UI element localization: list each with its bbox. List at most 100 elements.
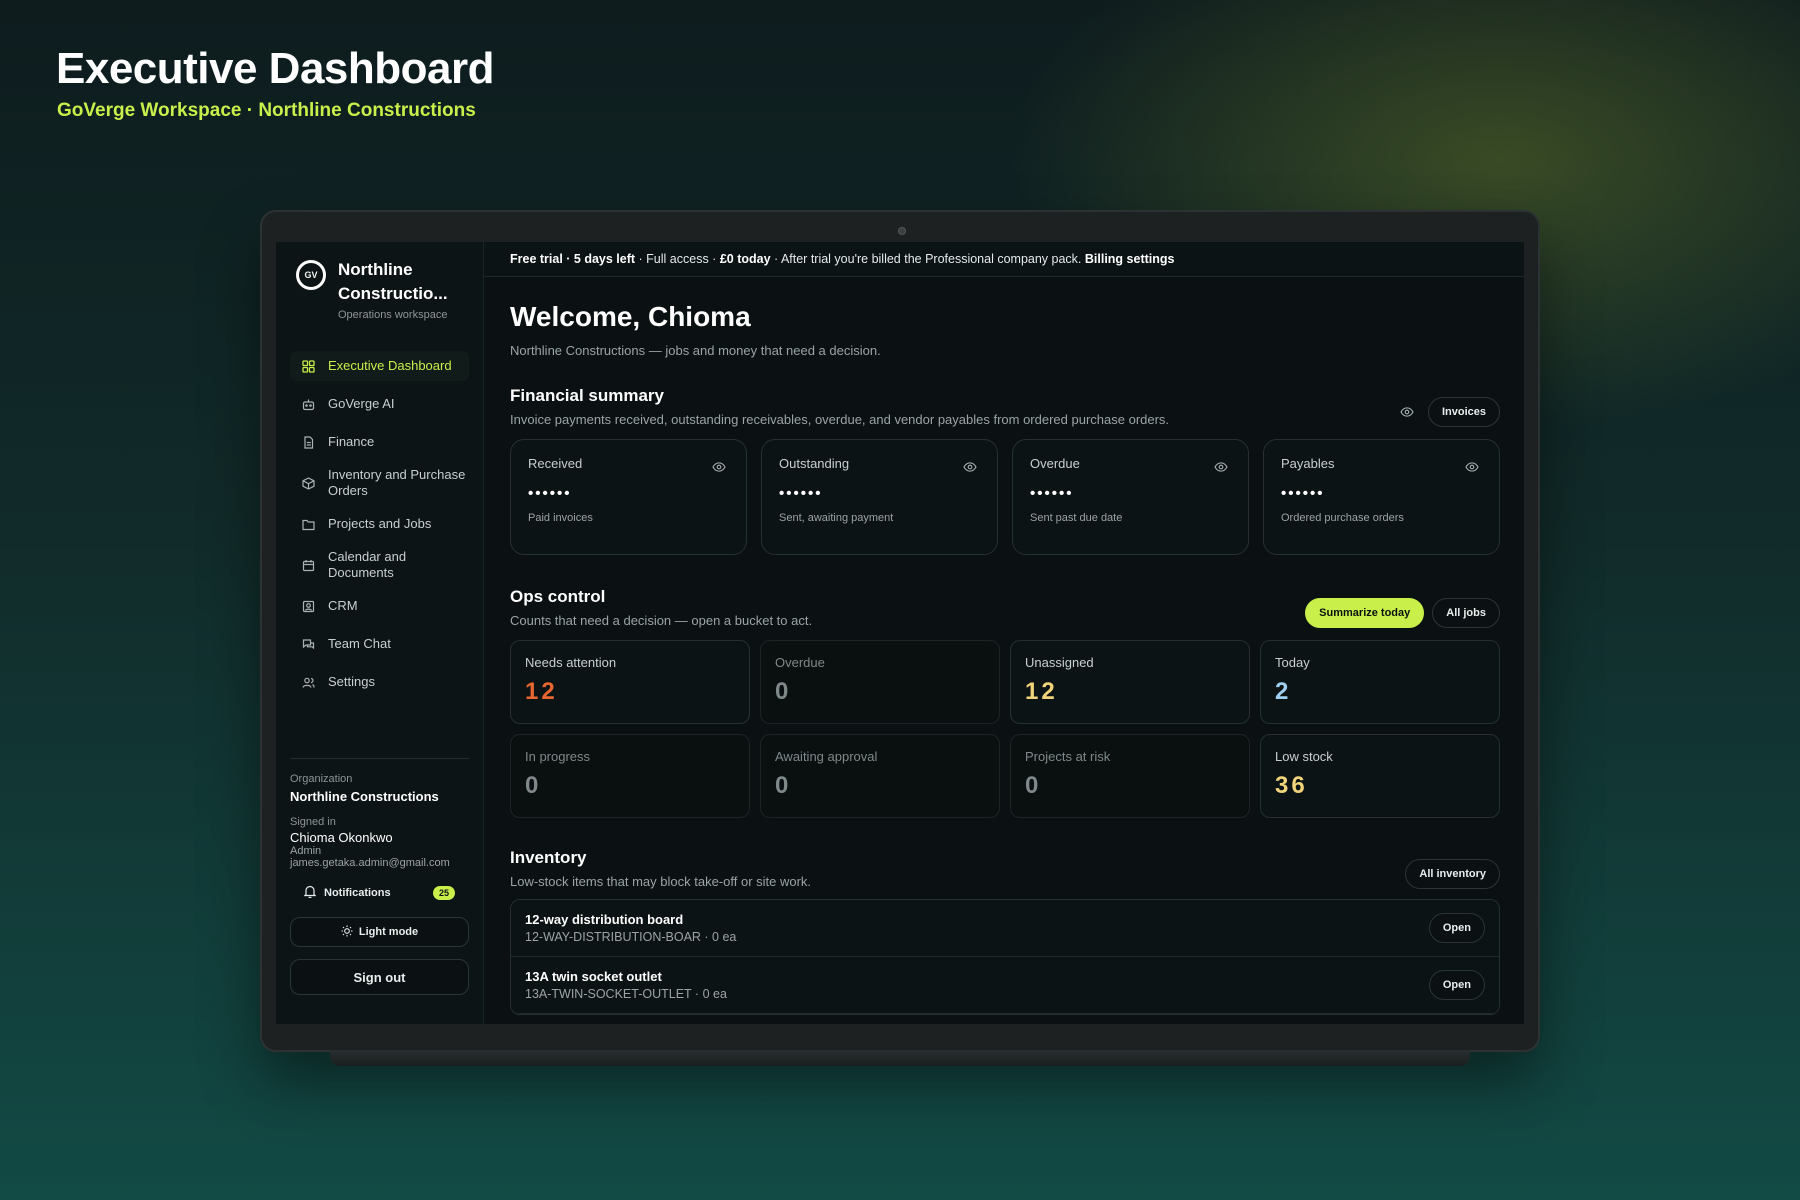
- welcome-title: Welcome, Chioma: [510, 301, 751, 332]
- all-inventory-button[interactable]: All inventory: [1405, 859, 1500, 889]
- card-title: Received: [528, 456, 583, 471]
- sidebar-item-label: Inventory and Purchase Orders: [328, 467, 466, 498]
- card-title: Payables: [1281, 456, 1335, 471]
- bell-icon: [303, 885, 317, 901]
- card-subtitle: Sent, awaiting payment: [779, 512, 894, 524]
- sidebar-item-label: Finance: [328, 434, 375, 449]
- ops-card-today[interactable]: Today 2: [1260, 640, 1500, 724]
- eye-icon[interactable]: [1214, 462, 1228, 472]
- user-role: Admin: [290, 845, 322, 857]
- item-name: 12-way distribution board: [525, 912, 684, 927]
- ops-card-awaiting-approval[interactable]: Awaiting approval 0: [760, 734, 1000, 818]
- sidebar-item-calendar[interactable]: Calendar and Documents: [276, 547, 483, 583]
- page-subtitle: GoVerge Workspace · Northline Constructi…: [57, 100, 476, 121]
- signed-in-label: Signed in: [290, 816, 336, 828]
- ops-label: Needs attention: [525, 655, 617, 670]
- ops-label: Low stock: [1275, 749, 1333, 764]
- inventory-list: 12-way distribution board 12-WAY-DISTRIB…: [510, 899, 1500, 1015]
- all-jobs-button[interactable]: All jobs: [1432, 598, 1500, 628]
- welcome-subtitle: Northline Constructions — jobs and money…: [510, 343, 881, 358]
- sidebar-item-executive-dashboard[interactable]: Executive Dashboard: [290, 351, 469, 381]
- ops-card-overdue[interactable]: Overdue 0: [760, 640, 1000, 724]
- user-name: Chioma Okonkwo: [290, 830, 393, 845]
- sidebar-item-label: Settings: [328, 674, 375, 689]
- sidebar-item-inventory[interactable]: Inventory and Purchase Orders: [276, 465, 483, 501]
- summarize-today-button[interactable]: Summarize today: [1305, 598, 1425, 628]
- ops-card-low-stock[interactable]: Low stock 36: [1260, 734, 1500, 818]
- ops-control-description: Counts that need a decision — open a buc…: [510, 613, 813, 628]
- sidebar-footer: Organization Northline Constructions Sig…: [290, 758, 469, 995]
- list-item: 12-way distribution board 12-WAY-DISTRIB…: [511, 900, 1499, 957]
- card-masked-value: ••••••: [1030, 485, 1074, 502]
- camera-icon: [898, 227, 906, 235]
- sidebar-item-team-chat[interactable]: Team Chat: [276, 629, 483, 659]
- billing-settings-link[interactable]: Billing settings: [1085, 252, 1175, 266]
- calendar-icon: [300, 559, 316, 572]
- sign-out-button[interactable]: Sign out: [290, 959, 469, 995]
- sidebar-item-label: GoVerge AI: [328, 396, 395, 411]
- open-button[interactable]: Open: [1428, 970, 1485, 1000]
- page-title: Executive Dashboard: [56, 44, 495, 93]
- eye-icon[interactable]: [963, 462, 977, 472]
- ops-label: In progress: [525, 749, 591, 764]
- financial-summary-header: Financial summary Invoice payments recei…: [510, 386, 1500, 427]
- ops-label: Projects at risk: [1025, 749, 1111, 764]
- financial-card-overdue[interactable]: Overdue •••••• Sent past due date: [1012, 439, 1249, 555]
- sidebar-item-goverge-ai[interactable]: GoVerge AI: [276, 389, 483, 419]
- ops-value: 12: [525, 678, 558, 705]
- inventory-title: Inventory: [510, 848, 587, 867]
- contact-icon: [300, 600, 316, 613]
- trial-details: · Full access ·: [635, 252, 720, 266]
- trial-today: £0 today: [719, 252, 771, 266]
- sidebar-item-projects[interactable]: Projects and Jobs: [276, 509, 483, 539]
- ops-value: 36: [1275, 772, 1308, 799]
- invoices-button[interactable]: Invoices: [1427, 397, 1500, 427]
- sidebar-item-label: Calendar and Documents: [328, 549, 407, 580]
- sidebar-item-finance[interactable]: Finance: [276, 427, 483, 457]
- ops-label: Today: [1275, 655, 1310, 670]
- financial-card-outstanding[interactable]: Outstanding •••••• Sent, awaiting paymen…: [761, 439, 998, 555]
- ops-cards: Needs attention 12 Overdue 0 Unassigned …: [510, 640, 1500, 818]
- ops-card-projects-at-risk[interactable]: Projects at risk 0: [1010, 734, 1250, 818]
- eye-icon[interactable]: [712, 462, 726, 472]
- eye-icon[interactable]: [1465, 462, 1479, 472]
- ops-value: 12: [1025, 678, 1058, 705]
- sidebar-item-label: Executive Dashboard: [328, 358, 452, 373]
- laptop-base: [330, 1050, 1470, 1066]
- sun-icon: [341, 925, 353, 940]
- ops-card-in-progress[interactable]: In progress 0: [510, 734, 750, 818]
- notifications-badge: 25: [432, 886, 455, 900]
- ops-value: 0: [775, 772, 792, 799]
- inventory-header: Inventory Low-stock items that may block…: [510, 848, 1500, 889]
- organization-label: Organization: [290, 773, 353, 785]
- users-icon: [300, 676, 316, 689]
- notifications-label: Notifications: [324, 887, 391, 899]
- sidebar-item-crm[interactable]: CRM: [276, 591, 483, 621]
- item-name: 13A twin socket outlet: [525, 969, 662, 984]
- chat-icon: [300, 638, 316, 651]
- sidebar-nav: Executive Dashboard GoVerge AI Finance I…: [276, 351, 483, 697]
- robot-icon: [300, 398, 316, 411]
- card-masked-value: ••••••: [1281, 485, 1325, 502]
- sidebar-item-label: Projects and Jobs: [328, 516, 432, 531]
- ops-control-header: Ops control Counts that need a decision …: [510, 587, 1500, 628]
- trial-banner: Free trial · 5 days left · Full access ·…: [484, 242, 1524, 277]
- financial-cards: Received •••••• Paid invoices Outstandin…: [510, 439, 1500, 555]
- financial-card-payables[interactable]: Payables •••••• Ordered purchase orders: [1263, 439, 1500, 555]
- card-subtitle: Ordered purchase orders: [1281, 512, 1404, 524]
- card-title: Overdue: [1030, 456, 1080, 471]
- sidebar-item-settings[interactable]: Settings: [276, 667, 483, 697]
- list-item: 13A twin socket outlet 13A-TWIN-SOCKET-O…: [511, 957, 1499, 1014]
- financial-card-received[interactable]: Received •••••• Paid invoices: [510, 439, 747, 555]
- ops-card-needs-attention[interactable]: Needs attention 12: [510, 640, 750, 724]
- ops-value: 2: [1275, 678, 1292, 705]
- ops-label: Awaiting approval: [775, 749, 878, 764]
- organization-name: Northline Constructions: [290, 789, 439, 804]
- open-button[interactable]: Open: [1428, 913, 1485, 943]
- eye-icon[interactable]: [1400, 407, 1414, 417]
- user-email: james.getaka.admin@gmail.com: [290, 857, 450, 869]
- notifications-button[interactable]: Notifications 25: [290, 885, 469, 901]
- ops-card-unassigned[interactable]: Unassigned 12: [1010, 640, 1250, 724]
- ops-control-title: Ops control: [510, 587, 606, 606]
- light-mode-button[interactable]: Light mode: [290, 917, 469, 947]
